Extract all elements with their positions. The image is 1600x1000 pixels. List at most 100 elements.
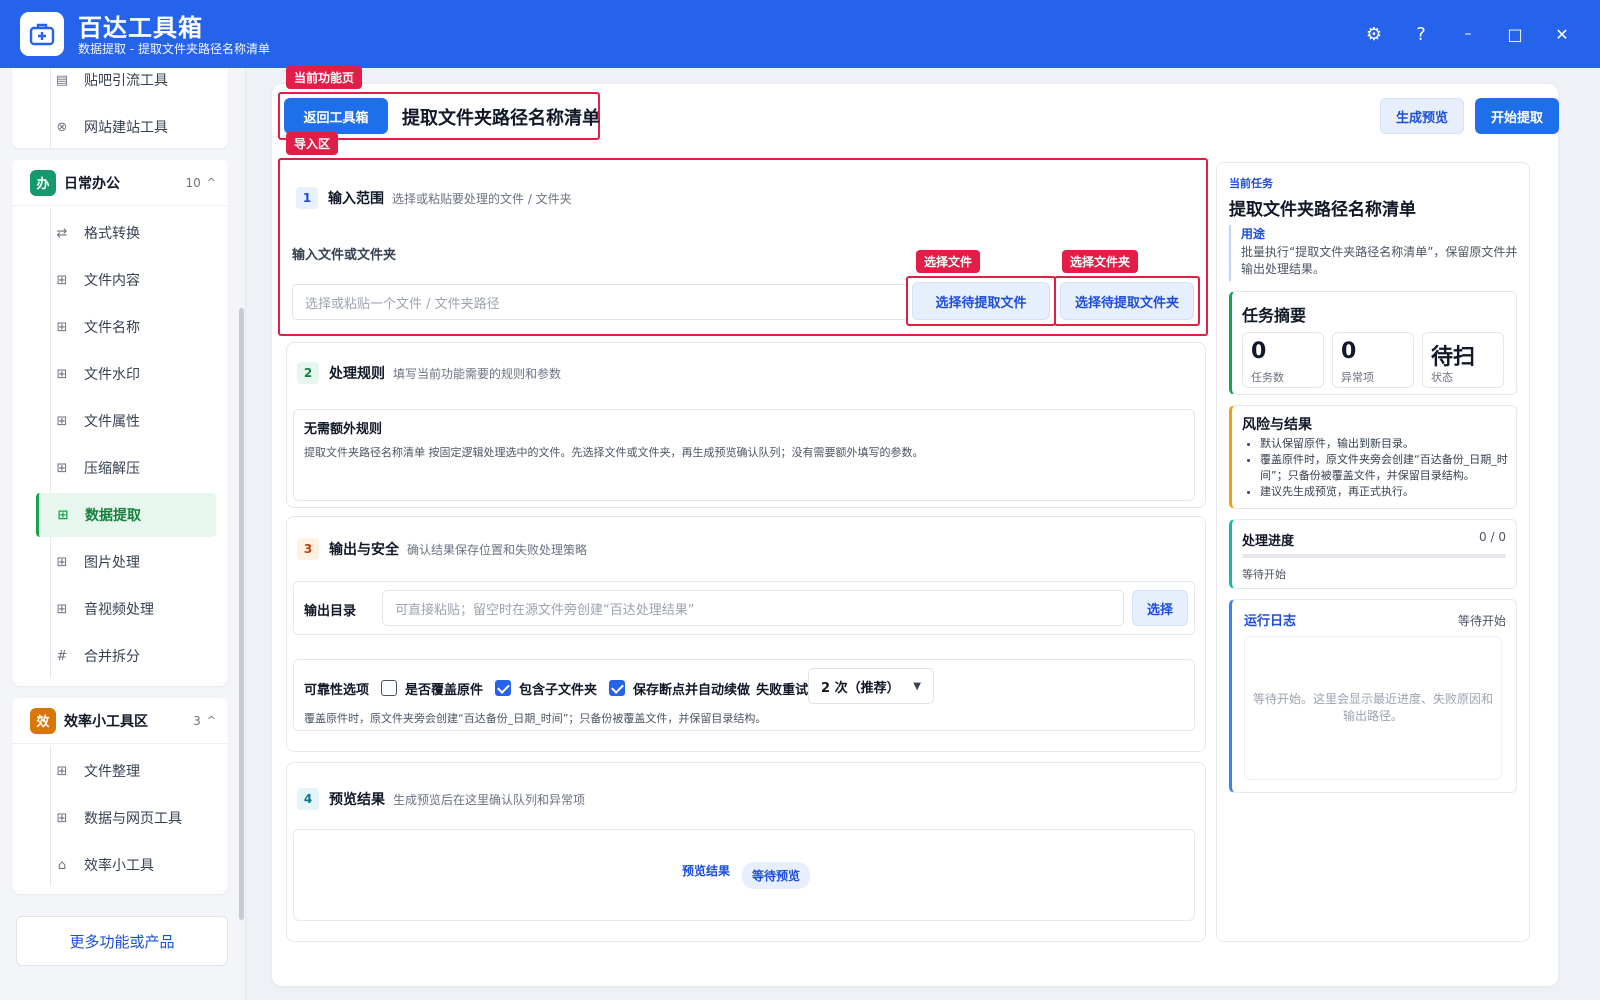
sidebar-item-efficiency-tools[interactable]: ⌂ 效率小工具 [24, 843, 216, 887]
page-title: 提取文件夹路径名称清单 [402, 108, 600, 129]
sidebar-item-compress[interactable]: ⊞ 压缩解压 [24, 446, 216, 490]
resume-checkbox[interactable] [609, 680, 626, 696]
chevron-up-icon: ^ [206, 176, 216, 189]
sidebar-item-file-content[interactable]: ⊞ 文件内容 [24, 258, 216, 302]
group-badge: 效 [30, 707, 56, 734]
sidebar-item-file-name[interactable]: ⊞ 文件名称 [24, 305, 216, 349]
section-subtitle: 确认结果保存位置和失败处理策略 [407, 542, 588, 557]
sidebar-scrollbar[interactable] [239, 308, 244, 920]
sidebar-group-office: 办 日常办公 10 ^ ⇄ 格式转换 ⊞ 文件内容 ⊞ 文件名称 ⊞ 文件水印 … [12, 160, 228, 686]
sidebar-item-label: 文件整理 [84, 764, 140, 780]
input-path-field[interactable]: 选择或粘贴一个文件 / 文件夹路径 [292, 284, 908, 320]
overwrite-checkbox[interactable] [381, 680, 398, 696]
annotation-tag-current-page: 当前功能页 [286, 66, 363, 89]
sidebar-item-image[interactable]: ⊞ 图片处理 [24, 540, 216, 584]
settings-gear-icon[interactable]: ⚙ [1358, 18, 1390, 50]
stat-value: 0 [1341, 339, 1357, 364]
help-icon[interactable]: ? [1405, 18, 1437, 50]
hash-icon: # [56, 648, 68, 664]
toolbox-logo-icon [20, 12, 64, 56]
grid-icon: ⊞ [56, 413, 68, 429]
group-header-office[interactable]: 办 日常办公 10 ^ [12, 160, 228, 206]
app-subtitle: 数据提取 - 提取文件夹路径名称清单 [78, 42, 270, 56]
sidebar-item-data-web[interactable]: ⊞ 数据与网页工具 [24, 796, 216, 840]
run-log-card: 运行日志 等待开始 等待开始。这里会显示最近进度、失败原因和输出路径。 [1229, 599, 1517, 793]
minimize-button[interactable]: – [1452, 18, 1484, 50]
toolbox-icon: ⌂ [57, 857, 67, 873]
grid-icon: ⊞ [56, 763, 68, 779]
retry-select[interactable]: 2 次（推荐） ▼ [808, 668, 934, 704]
risk-item: 建议先生成预览，再正式执行。 [1260, 484, 1510, 500]
sidebar-item-label: 网站建站工具 [84, 120, 168, 136]
start-extract-button[interactable]: 开始提取 [1475, 98, 1559, 134]
include-subfolders-label: 包含子文件夹 [519, 682, 598, 698]
sidebar-item-label: 格式转换 [84, 226, 140, 242]
annotation-tag-select-file: 选择文件 [916, 250, 981, 273]
sidebar-item-label: 文件属性 [84, 414, 140, 430]
generate-preview-button[interactable]: 生成预览 [1380, 98, 1464, 134]
sidebar-item-audio-video[interactable]: ⊞ 音视频处理 [24, 587, 216, 631]
progress-count: 0 / 0 [1479, 530, 1506, 544]
maximize-button[interactable]: □ [1499, 18, 1531, 50]
select-folder-button[interactable]: 选择待提取文件夹 [1060, 282, 1194, 320]
output-dir-row: 输出目录 可直接粘贴；留空时在源文件旁创建“百达处理结果” 选择 [293, 581, 1195, 635]
current-task-title: 提取文件夹路径名称清单 [1229, 200, 1416, 220]
sidebar-item-file-watermark[interactable]: ⊞ 文件水印 [24, 352, 216, 396]
section-header: 4 预览结果 生成预览后在这里确认队列和异常项 [297, 787, 585, 811]
progress-status: 等待开始 [1242, 568, 1286, 581]
sidebar-item-tieba[interactable]: ▤ 贴吧引流工具 [24, 68, 216, 102]
reliability-row: 可靠性选项 是否覆盖原件 包含子文件夹 保存断点并自动续做 失败重试 [304, 678, 808, 698]
close-button[interactable]: ✕ [1546, 18, 1578, 50]
sidebar-item-merge-split[interactable]: # 合并拆分 [24, 634, 216, 678]
include-subfolders-checkbox[interactable] [495, 680, 512, 696]
sidebar-group-efficiency: 效 效率小工具区 3 ^ ⊞ 文件整理 ⊞ 数据与网页工具 ⌂ 效率小工具 [12, 698, 228, 894]
sidebar-item-website[interactable]: ⊗ 网站建站工具 [24, 105, 216, 149]
chevron-up-icon: ^ [206, 714, 216, 727]
group-count: 3 [193, 713, 201, 728]
sidebar-item-file-attributes[interactable]: ⊞ 文件属性 [24, 399, 216, 443]
sidebar-item-label: 文件名称 [84, 320, 140, 336]
back-to-toolbox-button[interactable]: 返回工具箱 [284, 98, 388, 134]
stat-label: 状态 [1431, 371, 1453, 384]
choose-output-dir-button[interactable]: 选择 [1132, 590, 1188, 626]
section-number: 1 [296, 187, 318, 209]
sidebar-item-data-extract[interactable]: ⊞ 数据提取 [36, 493, 216, 537]
select-file-button[interactable]: 选择待提取文件 [912, 282, 1050, 320]
preview-label: 预览结果 [682, 864, 731, 878]
section-title: 处理规则 [329, 366, 385, 382]
sidebar-item-format-convert[interactable]: ⇄ 格式转换 [24, 211, 216, 255]
rules-box-desc: 提取文件夹路径名称清单 按固定逻辑处理选中的文件。先选择文件或文件夹，再生成预览… [304, 446, 924, 459]
output-dir-input[interactable]: 可直接粘贴；留空时在源文件旁创建“百达处理结果” [382, 590, 1124, 626]
section-preview: 4 预览结果 生成预览后在这里确认队列和异常项 预览结果 等待预览 [286, 762, 1206, 942]
grid-icon: ⊞ [56, 460, 68, 476]
log-output-area[interactable]: 等待开始。这里会显示最近进度、失败原因和输出路径。 [1244, 636, 1502, 780]
risk-title: 风险与结果 [1242, 417, 1312, 433]
grid-icon: ⊞ [56, 366, 68, 382]
grid-icon: ⊞ [56, 810, 68, 826]
section-number: 4 [297, 788, 319, 810]
risk-item: 默认保留原件，输出到新目录。 [1260, 436, 1510, 452]
group-title: 日常办公 [64, 175, 120, 192]
log-title: 运行日志 [1244, 614, 1297, 629]
section-subtitle: 填写当前功能需要的规则和参数 [393, 366, 562, 381]
stat-label: 异常项 [1341, 371, 1374, 384]
purpose-text: 批量执行“提取文件夹路径名称清单”，保留原文件并输出处理结果。 [1241, 245, 1518, 276]
section-number: 2 [297, 362, 319, 384]
rules-box-title: 无需额外规则 [304, 422, 383, 437]
group-header-efficiency[interactable]: 效 效率小工具区 3 ^ [12, 698, 228, 744]
section-rules: 2 处理规则 填写当前功能需要的规则和参数 无需额外规则 提取文件夹路径名称清单… [286, 342, 1206, 508]
section-output: 3 输出与安全 确认结果保存位置和失败处理策略 输出目录 可直接粘贴；留空时在源… [286, 516, 1206, 752]
stat-exceptions: 0 异常项 [1332, 332, 1414, 388]
purpose-block: 用途 批量执行“提取文件夹路径名称清单”，保留原文件并输出处理结果。 [1229, 225, 1521, 281]
grid-icon: ⊞ [56, 319, 68, 335]
overwrite-label: 是否覆盖原件 [405, 682, 484, 698]
more-features-button[interactable]: 更多功能或产品 [16, 916, 228, 966]
sidebar-item-label: 文件水印 [84, 367, 140, 383]
input-field-label: 输入文件或文件夹 [292, 248, 397, 263]
output-dir-label: 输出目录 [304, 604, 357, 619]
sidebar-item-label: 图片处理 [84, 555, 140, 571]
retry-select-value: 2 次（推荐） [821, 680, 900, 696]
task-summary-card: 任务摘要 0 任务数 0 异常项 待扫 状态 [1229, 291, 1517, 395]
sidebar-item-file-organize[interactable]: ⊞ 文件整理 [24, 749, 216, 793]
title-bar: 百达工具箱 数据提取 - 提取文件夹路径名称清单 ⚙ ? – □ ✕ [0, 0, 1600, 68]
